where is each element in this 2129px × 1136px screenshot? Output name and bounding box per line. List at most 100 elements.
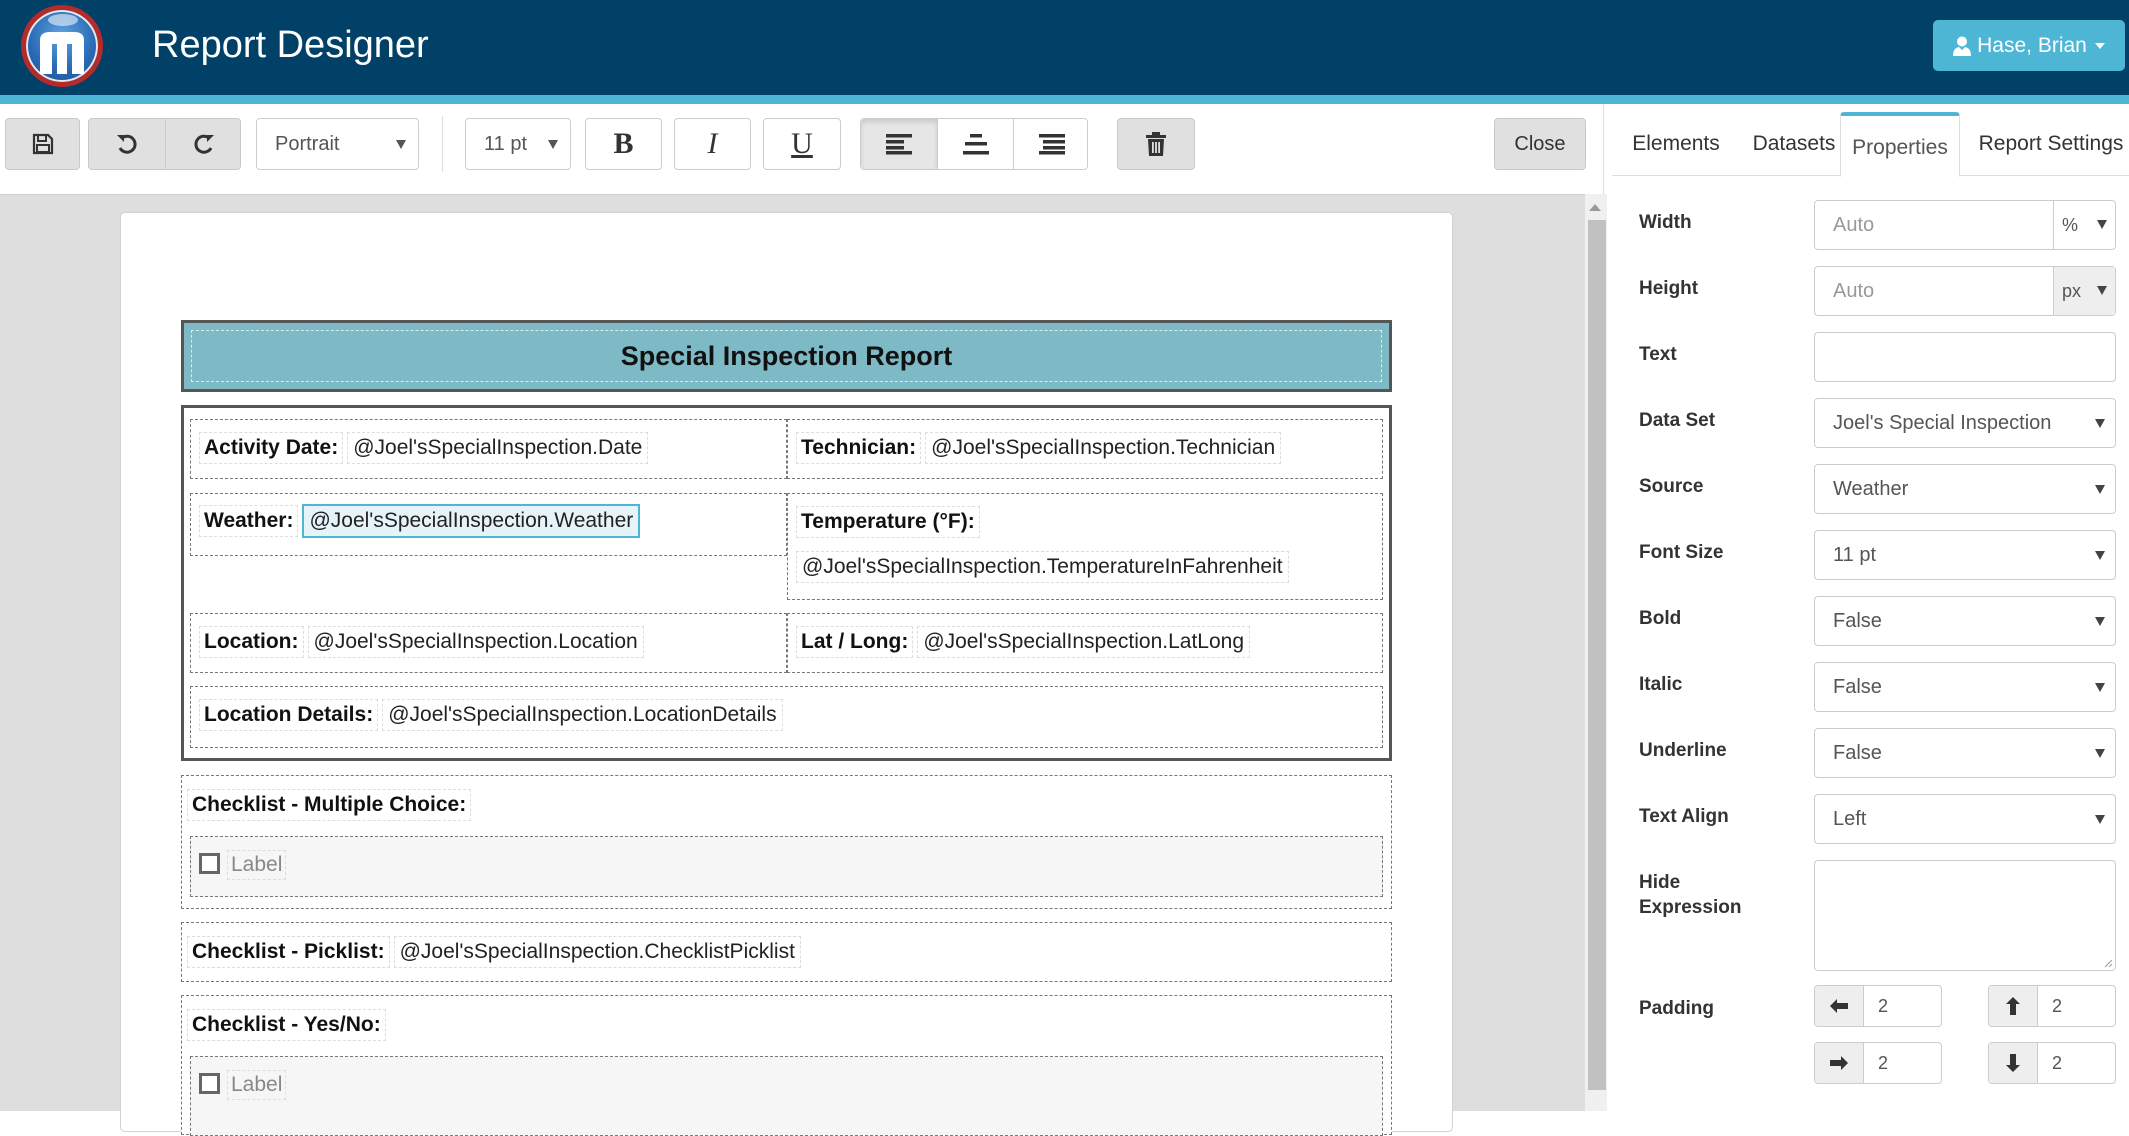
underline-button[interactable]: U — [763, 118, 841, 170]
app-logo-icon[interactable] — [21, 5, 103, 87]
temperature-value-field[interactable]: @Joel'sSpecialInspection.TemperatureInFa… — [792, 551, 1289, 583]
align-right-button[interactable] — [1014, 119, 1089, 169]
padding-right-value[interactable]: 2 — [1864, 1043, 1941, 1083]
align-right-icon — [1038, 134, 1065, 155]
padding-bottom-input[interactable]: 2 — [1988, 1042, 2116, 1084]
padding-left-value[interactable]: 2 — [1864, 986, 1941, 1026]
weather-field[interactable]: Weather: @Joel'sSpecialInspection.Weathe… — [199, 504, 641, 538]
tab-datasets[interactable]: Datasets — [1740, 112, 1848, 176]
padding-top-value[interactable]: 2 — [2038, 986, 2115, 1026]
trash-icon — [1146, 132, 1166, 156]
text-input[interactable] — [1814, 332, 2116, 382]
checklist-yes-no-field[interactable]: Checklist - Yes/No: — [187, 1009, 386, 1041]
redo-button[interactable] — [166, 119, 242, 169]
temperature-label-field[interactable]: Temperature (°F): — [796, 506, 980, 538]
text-align-value: Left — [1833, 807, 1867, 830]
dropdown-arrow-icon — [2095, 485, 2105, 494]
underline-value: False — [1833, 741, 1882, 764]
checklist-multiple-choice-field[interactable]: Checklist - Multiple Choice: — [187, 789, 472, 821]
location-field[interactable]: Location: @Joel'sSpecialInspection.Locat… — [199, 626, 644, 658]
align-center-button[interactable] — [938, 119, 1013, 169]
width-label: Width — [1639, 212, 1692, 233]
dropdown-arrow-icon — [2095, 419, 2105, 428]
scrollbar-thumb[interactable] — [1588, 220, 1606, 1090]
technician-value[interactable]: @Joel'sSpecialInspection.Technician — [925, 432, 1282, 464]
checklist-yes-no-item[interactable]: Label — [190, 1056, 1383, 1136]
bold-value: False — [1833, 609, 1882, 632]
location-value[interactable]: @Joel'sSpecialInspection.Location — [307, 626, 644, 658]
data-set-select[interactable]: Joel's Special Inspection — [1814, 398, 2116, 448]
checkbox[interactable] — [199, 1073, 220, 1094]
padding-top-input[interactable]: 2 — [1988, 985, 2116, 1027]
location-details-value[interactable]: @Joel'sSpecialInspection.LocationDetails — [382, 699, 783, 731]
width-unit-select[interactable]: % — [2053, 201, 2115, 249]
padding-right-input[interactable]: 2 — [1814, 1042, 1942, 1084]
italic-label: Italic — [1639, 674, 1683, 695]
activity-date-field[interactable]: Activity Date: @Joel'sSpecialInspection.… — [199, 432, 649, 464]
checkbox[interactable] — [199, 853, 220, 874]
redo-icon — [194, 134, 214, 154]
tab-properties[interactable]: Properties — [1840, 112, 1960, 177]
italic-select[interactable]: False — [1814, 662, 2116, 712]
undo-button[interactable] — [89, 119, 165, 169]
lat-long-value[interactable]: @Joel'sSpecialInspection.LatLong — [917, 626, 1251, 658]
tab-report-settings[interactable]: Report Settings — [1968, 112, 2129, 176]
orientation-select[interactable]: Portrait — [256, 118, 419, 170]
checklist-multiple-choice-item[interactable]: Label — [190, 836, 1383, 897]
temperature-value[interactable]: @Joel'sSpecialInspection.TemperatureInFa… — [796, 551, 1289, 583]
scroll-up-arrow-icon[interactable] — [1589, 204, 1601, 211]
report-title[interactable]: Special Inspection Report — [191, 330, 1382, 382]
padding-left-input[interactable]: 2 — [1814, 985, 1942, 1027]
user-icon — [1953, 36, 1972, 56]
font-size-label: Font Size — [1639, 542, 1724, 563]
temperature-label: Temperature (°F): — [796, 506, 980, 538]
bold-select[interactable]: False — [1814, 596, 2116, 646]
user-menu-button[interactable]: Hase, Brian — [1933, 20, 2125, 71]
location-details-field[interactable]: Location Details: @Joel'sSpecialInspecti… — [199, 699, 783, 731]
user-name: Hase, Brian — [1977, 33, 2087, 57]
checkbox-label: Label — [227, 1070, 287, 1100]
checklist-multiple-choice-section[interactable]: Checklist - Multiple Choice: Label — [181, 775, 1392, 909]
resize-handle-icon[interactable] — [2103, 958, 2113, 968]
lat-long-field[interactable]: Lat / Long: @Joel'sSpecialInspection.Lat… — [796, 626, 1251, 658]
report-title-section[interactable]: Special Inspection Report — [181, 320, 1392, 392]
hide-expression-label-line1: Hide — [1639, 872, 1681, 893]
padding-bottom-addon — [1989, 1043, 2038, 1083]
padding-bottom-value[interactable]: 2 — [2038, 1043, 2115, 1083]
panel-divider — [1603, 104, 1604, 194]
align-left-button[interactable] — [861, 119, 937, 169]
undo-redo-group — [88, 118, 241, 170]
italic-value: False — [1833, 675, 1882, 698]
align-left-icon — [886, 134, 912, 155]
hide-expression-label-line2: Expression — [1639, 897, 1742, 918]
delete-button[interactable] — [1117, 118, 1195, 170]
toolbar: Portrait 11 pt B I U Close — [0, 104, 1603, 194]
tab-elements[interactable]: Elements — [1620, 112, 1732, 176]
hide-expression-textarea[interactable] — [1814, 860, 2116, 971]
alignment-group — [860, 118, 1088, 170]
height-unit-select[interactable]: px — [2053, 267, 2115, 315]
weather-value-selected[interactable]: @Joel'sSpecialInspection.Weather — [302, 504, 641, 538]
font-size-value: 11 pt — [484, 132, 527, 155]
italic-button[interactable]: I — [674, 118, 751, 170]
checklist-picklist-section[interactable]: Checklist - Picklist: @Joel'sSpecialInsp… — [181, 922, 1392, 982]
font-size-select[interactable]: 11 pt — [465, 118, 571, 170]
text-align-select[interactable]: Left — [1814, 794, 2116, 844]
technician-field[interactable]: Technician: @Joel'sSpecialInspection.Tec… — [796, 432, 1282, 464]
chevron-down-icon — [2094, 42, 2105, 49]
checklist-yes-no-section[interactable]: Checklist - Yes/No: Label — [181, 995, 1392, 1136]
header-accent-stripe — [0, 95, 2129, 104]
width-input[interactable]: Auto % — [1814, 200, 2116, 250]
close-button[interactable]: Close — [1494, 118, 1586, 170]
save-button[interactable] — [5, 118, 80, 170]
checklist-picklist-value[interactable]: @Joel'sSpecialInspection.ChecklistPickli… — [393, 936, 801, 968]
height-input[interactable]: Auto px — [1814, 266, 2116, 316]
source-select[interactable]: Weather — [1814, 464, 2116, 514]
underline-select[interactable]: False — [1814, 728, 2116, 778]
font-size-prop-select[interactable]: 11 pt — [1814, 530, 2116, 580]
checklist-picklist-field[interactable]: Checklist - Picklist: @Joel'sSpecialInsp… — [187, 936, 801, 968]
weather-label: Weather: — [199, 505, 299, 537]
bold-button[interactable]: B — [585, 118, 662, 170]
location-details-label: Location Details: — [199, 699, 379, 731]
activity-date-value[interactable]: @Joel'sSpecialInspection.Date — [347, 432, 649, 464]
